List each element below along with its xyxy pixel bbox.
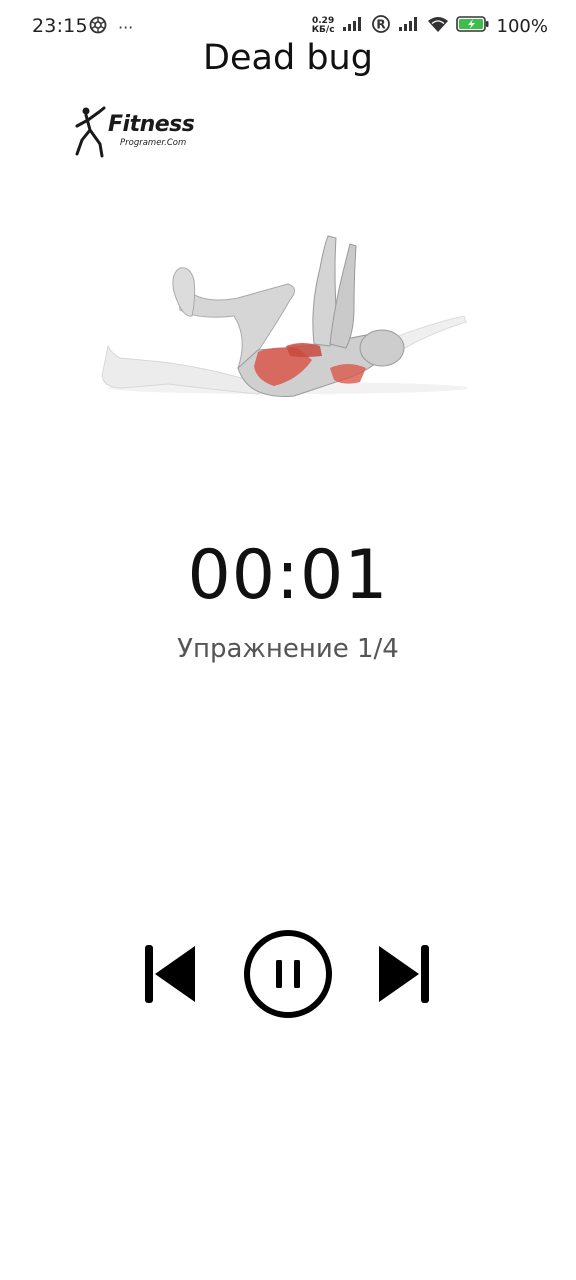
skip-next-icon <box>379 945 429 1003</box>
wifi-icon <box>427 15 449 37</box>
pause-button[interactable] <box>242 928 334 1020</box>
openai-icon <box>88 15 108 39</box>
svg-text:R: R <box>376 18 385 32</box>
skip-previous-icon <box>145 945 195 1003</box>
signal-icon <box>398 16 420 36</box>
more-icon: ··· <box>118 17 134 37</box>
battery-charging-icon <box>455 15 490 37</box>
pause-icon <box>244 930 332 1018</box>
registered-icon: R <box>371 14 391 38</box>
logo-subtext: Programer.Com <box>120 138 187 148</box>
signal-icon <box>342 16 364 36</box>
exercise-progress-label: Упражнение 1/4 <box>177 634 399 664</box>
playback-controls <box>0 928 576 1020</box>
fitness-programer-logo: Fitness Programer.Com <box>72 104 212 160</box>
runner-logo-icon <box>75 106 106 158</box>
battery-percentage: 100% <box>496 15 548 37</box>
exercise-timer: 00:01 <box>187 536 389 615</box>
status-time: 23:15 <box>32 15 88 37</box>
logo-text: Fitness <box>108 112 195 137</box>
exercise-illustration <box>98 228 468 404</box>
network-speed: 0.29 КБ/с <box>311 16 335 35</box>
page-title: Dead bug <box>203 38 373 78</box>
next-exercise-button[interactable] <box>377 944 431 1004</box>
previous-exercise-button[interactable] <box>143 944 197 1004</box>
